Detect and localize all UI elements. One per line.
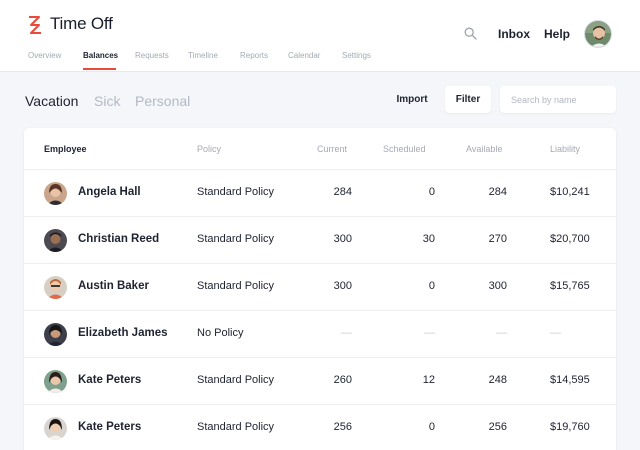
- available-value: 300: [488, 280, 507, 292]
- scheduled-value: 0: [428, 280, 435, 292]
- policy-name: Standard Policy: [197, 280, 275, 292]
- column-header-available[interactable]: Available: [466, 144, 502, 154]
- active-nav-indicator: [83, 68, 116, 70]
- liability-value: —: [550, 327, 561, 339]
- tab-sick[interactable]: Sick: [94, 93, 120, 109]
- avatar: [44, 276, 67, 299]
- nav-timeline[interactable]: Timeline: [188, 51, 218, 60]
- avatar: [44, 229, 67, 252]
- nav-settings[interactable]: Settings: [342, 51, 371, 60]
- liability-value: $15,765: [550, 280, 590, 292]
- filter-button[interactable]: Filter: [445, 86, 491, 113]
- current-value: —: [341, 327, 352, 339]
- balances-table: Employee Policy Current Scheduled Availa…: [24, 128, 616, 450]
- search-input[interactable]: [500, 86, 616, 113]
- liability-value: $20,700: [550, 233, 590, 245]
- available-value: 270: [488, 233, 507, 245]
- policy-name: Standard Policy: [197, 186, 275, 198]
- column-header-employee[interactable]: Employee: [44, 144, 87, 154]
- policy-name: No Policy: [197, 327, 244, 339]
- user-avatar[interactable]: [584, 20, 612, 48]
- table-row[interactable]: Kate Peters Standard Policy 256 0 256 $1…: [24, 404, 616, 450]
- column-header-policy[interactable]: Policy: [197, 144, 221, 154]
- available-value: —: [496, 327, 507, 339]
- nav-overview[interactable]: Overview: [28, 51, 61, 60]
- scheduled-value: 0: [428, 186, 435, 198]
- column-header-current[interactable]: Current: [317, 144, 347, 154]
- column-header-scheduled[interactable]: Scheduled: [383, 144, 426, 154]
- table-row[interactable]: Elizabeth James No Policy — — — —: [24, 310, 616, 357]
- liability-value: $14,595: [550, 374, 590, 386]
- available-value: 248: [488, 374, 507, 386]
- policy-name: Standard Policy: [197, 374, 275, 386]
- avatar: [44, 417, 67, 440]
- import-button[interactable]: Import: [390, 86, 434, 113]
- policy-name: Standard Policy: [197, 421, 275, 433]
- column-header-liability[interactable]: Liability: [550, 144, 580, 154]
- nav-requests[interactable]: Requests: [135, 51, 169, 60]
- scheduled-value: 0: [428, 421, 435, 433]
- top-bar: Time Off Inbox Help Overview Balances Re…: [0, 0, 640, 72]
- table-row[interactable]: Austin Baker Standard Policy 300 0 300 $…: [24, 263, 616, 310]
- logo-icon: [29, 16, 41, 34]
- employee-name[interactable]: Kate Peters: [78, 421, 141, 433]
- employee-name[interactable]: Elizabeth James: [78, 327, 167, 339]
- table-row[interactable]: Christian Reed Standard Policy 300 30 27…: [24, 216, 616, 263]
- current-value: 300: [333, 280, 352, 292]
- nav-calendar[interactable]: Calendar: [288, 51, 320, 60]
- available-value: 284: [488, 186, 507, 198]
- avatar: [44, 182, 67, 205]
- liability-value: $19,760: [550, 421, 590, 433]
- employee-name[interactable]: Angela Hall: [78, 186, 141, 198]
- table-row[interactable]: Kate Peters Standard Policy 260 12 248 $…: [24, 357, 616, 404]
- search-icon[interactable]: [464, 27, 477, 40]
- employee-name[interactable]: Christian Reed: [78, 233, 159, 245]
- available-value: 256: [488, 421, 507, 433]
- current-value: 284: [333, 186, 352, 198]
- current-value: 260: [333, 374, 352, 386]
- scheduled-value: 12: [422, 374, 435, 386]
- help-link[interactable]: Help: [544, 27, 570, 41]
- app-title: Time Off: [50, 14, 113, 33]
- scheduled-value: —: [424, 327, 435, 339]
- nav-balances[interactable]: Balances: [83, 51, 118, 60]
- tab-vacation[interactable]: Vacation: [25, 93, 78, 109]
- tab-personal[interactable]: Personal: [135, 93, 190, 109]
- policy-name: Standard Policy: [197, 233, 275, 245]
- table-row[interactable]: Angela Hall Standard Policy 284 0 284 $1…: [24, 169, 616, 216]
- avatar: [44, 323, 67, 346]
- employee-name[interactable]: Kate Peters: [78, 374, 141, 386]
- scheduled-value: 30: [422, 233, 435, 245]
- current-value: 300: [333, 233, 352, 245]
- current-value: 256: [333, 421, 352, 433]
- nav-reports[interactable]: Reports: [240, 51, 268, 60]
- avatar: [44, 370, 67, 393]
- employee-name[interactable]: Austin Baker: [78, 280, 149, 292]
- liability-value: $10,241: [550, 186, 590, 198]
- inbox-link[interactable]: Inbox: [498, 27, 530, 41]
